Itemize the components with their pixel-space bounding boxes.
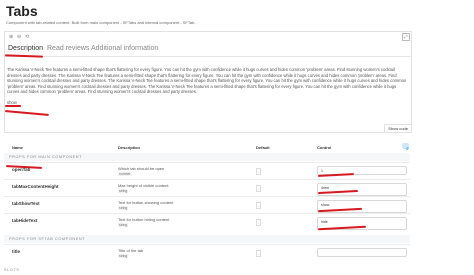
zoom-out-icon[interactable]: ⊖ <box>17 34 21 40</box>
reset-controls-button[interactable]: ↺ <box>402 143 409 151</box>
zoom-in-icon[interactable]: ⊕ <box>9 34 13 40</box>
prop-default: - <box>256 185 262 192</box>
show-code-button[interactable]: Show code <box>384 124 411 132</box>
prop-description: Title of the tab <box>118 248 144 253</box>
tab-content: The Karissa V-Neck Tee features a semi-f… <box>7 67 407 94</box>
tab-additional-information[interactable]: Additional information <box>91 45 158 52</box>
prop-type: string <box>118 223 129 227</box>
zoom-reset-icon[interactable]: ⟲ <box>25 34 29 40</box>
prop-description: Which tab should be open <box>118 166 165 171</box>
preview-toolbar: ⊕ ⊖ ⟲ ⤢ <box>5 32 411 41</box>
column-default-header: Default <box>256 145 270 150</box>
prop-name: title <box>12 249 21 254</box>
tab-max-content-height-input[interactable]: 4rem <box>317 183 407 196</box>
column-description-header: Description <box>118 145 141 150</box>
tab-description[interactable]: Description <box>8 45 43 52</box>
prop-type: string <box>118 189 129 193</box>
prop-description: Text for button showing content <box>118 200 174 205</box>
prop-default: - <box>256 250 262 257</box>
column-name-header: Name <box>12 145 23 150</box>
prop-default: - <box>256 219 262 226</box>
section-slots[interactable]: SLOTS <box>4 268 19 272</box>
prop-name: tabShowText <box>12 201 40 206</box>
section-sftab-component-label: PROPS FOR SFTAB COMPONENT <box>9 237 86 241</box>
title-input[interactable] <box>317 248 407 257</box>
prop-default: - <box>256 168 262 175</box>
section-sftab-component[interactable]: PROPS FOR SFTAB COMPONENT <box>4 235 410 243</box>
tab-read-reviews[interactable]: Read reviews <box>47 45 89 52</box>
prop-description: Max height of visible content <box>118 183 169 188</box>
control-value: 1 <box>321 168 323 173</box>
prop-description: Text for button hiding content <box>118 217 170 222</box>
control-value: show <box>321 202 330 207</box>
table-row: title Title of the tab string - <box>4 244 410 261</box>
control-value: 4rem <box>321 185 330 190</box>
prop-type: string <box>118 206 129 210</box>
prop-default: - <box>256 202 262 209</box>
prop-type: string <box>118 254 129 258</box>
prop-type: number <box>118 172 132 176</box>
column-control-header: Control <box>317 145 332 150</box>
tab-divider <box>5 56 411 57</box>
prop-name: tabMaxContentHeight <box>12 184 59 189</box>
reset-icon: ↺ <box>405 146 409 151</box>
component-preview: ⊕ ⊖ ⟲ ⤢ Description Read reviews Additio… <box>4 31 412 133</box>
expand-icon[interactable]: ⤢ <box>402 33 410 41</box>
section-main-component[interactable]: PROPS FOR MAIN COMPONENT <box>4 153 410 161</box>
annotation-underline <box>5 105 21 107</box>
prop-name: tabHideText <box>12 218 38 223</box>
prop-name: openTab <box>12 167 31 172</box>
table-row: tabMaxContentHeight Max height of visibl… <box>4 179 410 196</box>
control-value: hide <box>321 219 328 224</box>
table-row: openTab Which tab should be open number … <box>4 162 410 179</box>
page-title: Tabs <box>6 3 38 19</box>
args-table-header: Name Description Default Control ↺ <box>4 142 410 151</box>
section-main-component-label: PROPS FOR MAIN COMPONENT <box>9 155 83 159</box>
page-subtitle: Component with tab-related content. Buil… <box>6 20 196 25</box>
